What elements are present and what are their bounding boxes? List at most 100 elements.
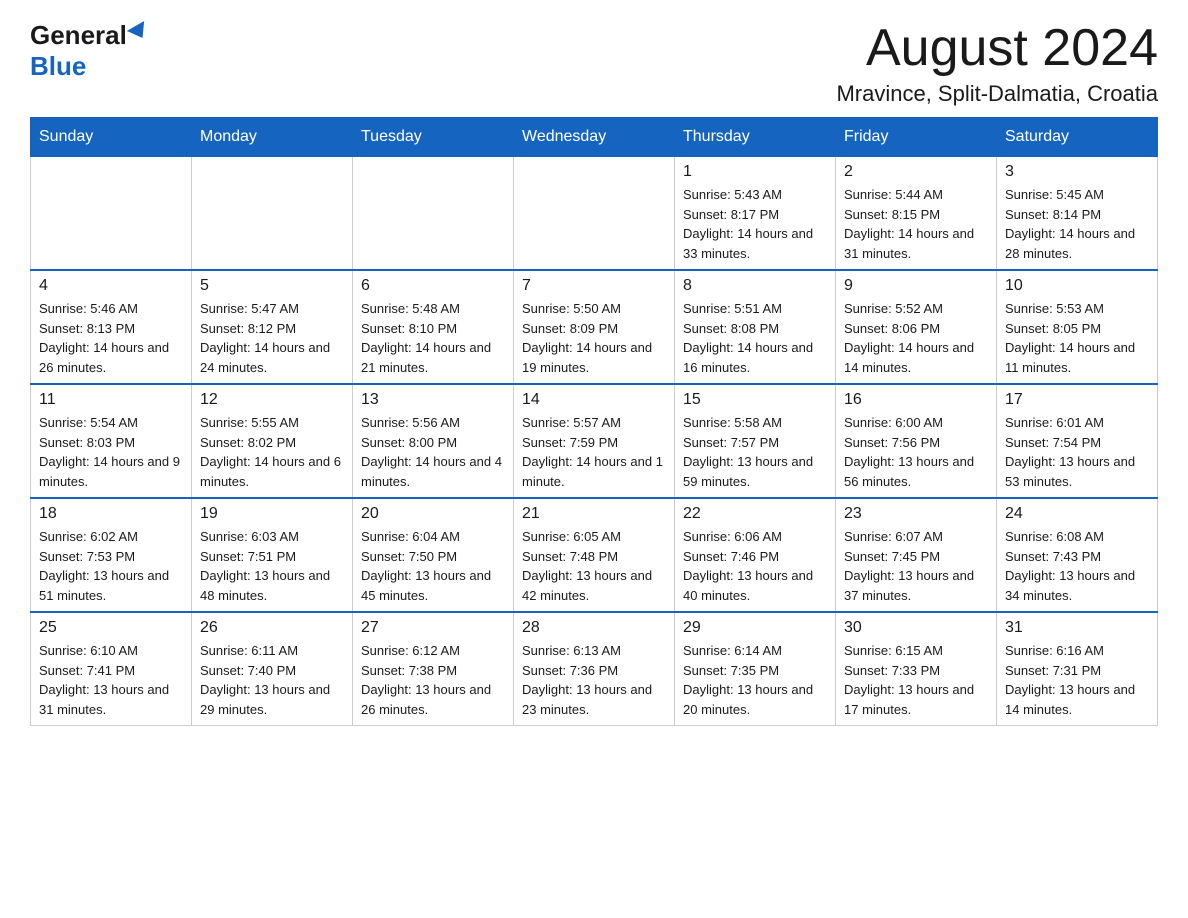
calendar-cell: 21 Sunrise: 6:05 AMSunset: 7:48 PMDayligh… xyxy=(514,498,675,612)
day-number: 27 xyxy=(361,619,505,637)
calendar-cell: 7Sunrise: 5:50 AMSunset: 8:09 PMDaylight… xyxy=(514,270,675,384)
day-info: Sunrise: 6:16 AMSunset: 7:31 PMDaylight:… xyxy=(1005,641,1149,719)
day-number: 11 xyxy=(39,391,183,409)
calendar-cell: 9 Sunrise: 5:52 AMSunset: 8:06 PMDaylight… xyxy=(836,270,997,384)
day-number: 12 xyxy=(200,391,344,409)
weekday-header-sunday: Sunday xyxy=(31,118,192,157)
calendar-table: SundayMondayTuesdayWednesdayThursdayFrid… xyxy=(30,117,1158,726)
day-number: 1 xyxy=(683,163,827,181)
day-info: Sunrise: 5:47 AMSunset: 8:12 PMDaylight:… xyxy=(200,299,344,377)
day-info: Sunrise: 6:08 AMSunset: 7:43 PMDaylight:… xyxy=(1005,527,1149,605)
day-info: Sunrise: 5:48 AMSunset: 8:10 PMDaylight:… xyxy=(361,299,505,377)
day-info: Sunrise: 5:54 AMSunset: 8:03 PMDaylight:… xyxy=(39,413,183,491)
calendar-cell: 13 Sunrise: 5:56 AMSunset: 8:00 PMDayligh… xyxy=(353,384,514,498)
day-number: 23 xyxy=(844,505,988,523)
day-number: 7 xyxy=(522,277,666,295)
day-number: 17 xyxy=(1005,391,1149,409)
calendar-cell: 24 Sunrise: 6:08 AMSunset: 7:43 PMDayligh… xyxy=(997,498,1158,612)
day-number: 6 xyxy=(361,277,505,295)
weekday-header-monday: Monday xyxy=(192,118,353,157)
month-title: August 2024 xyxy=(836,20,1158,77)
logo: General Blue xyxy=(30,20,149,82)
calendar-cell: 27 Sunrise: 6:12 AMSunset: 7:38 PMDayligh… xyxy=(353,612,514,726)
day-info: Sunrise: 5:46 AMSunset: 8:13 PMDaylight:… xyxy=(39,299,183,377)
calendar-cell xyxy=(192,157,353,271)
day-info: Sunrise: 5:52 AMSunset: 8:06 PMDaylight:… xyxy=(844,299,988,377)
day-number: 25 xyxy=(39,619,183,637)
day-info: Sunrise: 6:13 AMSunset: 7:36 PMDaylight:… xyxy=(522,641,666,719)
calendar-cell: 28 Sunrise: 6:13 AMSunset: 7:36 PMDayligh… xyxy=(514,612,675,726)
day-info: Sunrise: 6:04 AMSunset: 7:50 PMDaylight:… xyxy=(361,527,505,605)
calendar-cell: 17 Sunrise: 6:01 AMSunset: 7:54 PMDayligh… xyxy=(997,384,1158,498)
day-info: Sunrise: 6:06 AMSunset: 7:46 PMDaylight:… xyxy=(683,527,827,605)
day-number: 30 xyxy=(844,619,988,637)
day-info: Sunrise: 6:12 AMSunset: 7:38 PMDaylight:… xyxy=(361,641,505,719)
day-info: Sunrise: 6:05 AMSunset: 7:48 PMDaylight:… xyxy=(522,527,666,605)
calendar-cell: 2 Sunrise: 5:44 AMSunset: 8:15 PMDaylight… xyxy=(836,157,997,271)
day-info: Sunrise: 5:53 AMSunset: 8:05 PMDaylight:… xyxy=(1005,299,1149,377)
calendar-cell: 31 Sunrise: 6:16 AMSunset: 7:31 PMDayligh… xyxy=(997,612,1158,726)
weekday-header-wednesday: Wednesday xyxy=(514,118,675,157)
day-number: 18 xyxy=(39,505,183,523)
day-number: 2 xyxy=(844,163,988,181)
calendar-cell: 19 Sunrise: 6:03 AMSunset: 7:51 PMDayligh… xyxy=(192,498,353,612)
calendar-week-row: 1 Sunrise: 5:43 AMSunset: 8:17 PMDaylight… xyxy=(31,157,1158,271)
day-number: 22 xyxy=(683,505,827,523)
title-block: August 2024 Mravince, Split-Dalmatia, Cr… xyxy=(836,20,1158,107)
calendar-cell: 23 Sunrise: 6:07 AMSunset: 7:45 PMDayligh… xyxy=(836,498,997,612)
calendar-cell: 16 Sunrise: 6:00 AMSunset: 7:56 PMDayligh… xyxy=(836,384,997,498)
day-number: 4 xyxy=(39,277,183,295)
day-info: Sunrise: 6:07 AMSunset: 7:45 PMDaylight:… xyxy=(844,527,988,605)
calendar-cell: 1 Sunrise: 5:43 AMSunset: 8:17 PMDaylight… xyxy=(675,157,836,271)
day-info: Sunrise: 6:00 AMSunset: 7:56 PMDaylight:… xyxy=(844,413,988,491)
day-number: 8 xyxy=(683,277,827,295)
day-info: Sunrise: 6:01 AMSunset: 7:54 PMDaylight:… xyxy=(1005,413,1149,491)
calendar-cell: 18Sunrise: 6:02 AMSunset: 7:53 PMDayligh… xyxy=(31,498,192,612)
calendar-cell: 14Sunrise: 5:57 AMSunset: 7:59 PMDayligh… xyxy=(514,384,675,498)
day-info: Sunrise: 6:03 AMSunset: 7:51 PMDaylight:… xyxy=(200,527,344,605)
day-number: 31 xyxy=(1005,619,1149,637)
day-number: 16 xyxy=(844,391,988,409)
day-number: 24 xyxy=(1005,505,1149,523)
day-info: Sunrise: 5:45 AMSunset: 8:14 PMDaylight:… xyxy=(1005,185,1149,263)
logo-blue-text: Blue xyxy=(30,51,86,82)
day-number: 19 xyxy=(200,505,344,523)
calendar-cell: 6 Sunrise: 5:48 AMSunset: 8:10 PMDaylight… xyxy=(353,270,514,384)
calendar-cell: 11 Sunrise: 5:54 AMSunset: 8:03 PMDayligh… xyxy=(31,384,192,498)
day-info: Sunrise: 6:15 AMSunset: 7:33 PMDaylight:… xyxy=(844,641,988,719)
day-number: 3 xyxy=(1005,163,1149,181)
calendar-week-row: 11 Sunrise: 5:54 AMSunset: 8:03 PMDayligh… xyxy=(31,384,1158,498)
day-number: 26 xyxy=(200,619,344,637)
calendar-cell: 29 Sunrise: 6:14 AMSunset: 7:35 PMDayligh… xyxy=(675,612,836,726)
day-number: 13 xyxy=(361,391,505,409)
day-info: Sunrise: 5:51 AMSunset: 8:08 PMDaylight:… xyxy=(683,299,827,377)
day-info: Sunrise: 6:14 AMSunset: 7:35 PMDaylight:… xyxy=(683,641,827,719)
day-info: Sunrise: 5:57 AMSunset: 7:59 PMDaylight:… xyxy=(522,413,666,491)
calendar-cell: 20 Sunrise: 6:04 AMSunset: 7:50 PMDayligh… xyxy=(353,498,514,612)
day-info: Sunrise: 5:56 AMSunset: 8:00 PMDaylight:… xyxy=(361,413,505,491)
day-info: Sunrise: 5:55 AMSunset: 8:02 PMDaylight:… xyxy=(200,413,344,491)
calendar-cell: 26 Sunrise: 6:11 AMSunset: 7:40 PMDayligh… xyxy=(192,612,353,726)
calendar-cell: 30 Sunrise: 6:15 AMSunset: 7:33 PMDayligh… xyxy=(836,612,997,726)
day-info: Sunrise: 6:11 AMSunset: 7:40 PMDaylight:… xyxy=(200,641,344,719)
calendar-cell: 8 Sunrise: 5:51 AMSunset: 8:08 PMDaylight… xyxy=(675,270,836,384)
day-number: 10 xyxy=(1005,277,1149,295)
day-number: 21 xyxy=(522,505,666,523)
day-number: 29 xyxy=(683,619,827,637)
weekday-header-saturday: Saturday xyxy=(997,118,1158,157)
day-number: 9 xyxy=(844,277,988,295)
day-info: Sunrise: 5:44 AMSunset: 8:15 PMDaylight:… xyxy=(844,185,988,263)
weekday-header-friday: Friday xyxy=(836,118,997,157)
calendar-cell: 12 Sunrise: 5:55 AMSunset: 8:02 PMDayligh… xyxy=(192,384,353,498)
calendar-cell: 15Sunrise: 5:58 AMSunset: 7:57 PMDayligh… xyxy=(675,384,836,498)
weekday-header-tuesday: Tuesday xyxy=(353,118,514,157)
day-number: 28 xyxy=(522,619,666,637)
calendar-cell: 5 Sunrise: 5:47 AMSunset: 8:12 PMDaylight… xyxy=(192,270,353,384)
day-number: 5 xyxy=(200,277,344,295)
day-number: 20 xyxy=(361,505,505,523)
calendar-week-row: 4 Sunrise: 5:46 AMSunset: 8:13 PMDaylight… xyxy=(31,270,1158,384)
calendar-week-row: 25Sunrise: 6:10 AMSunset: 7:41 PMDayligh… xyxy=(31,612,1158,726)
day-info: Sunrise: 5:43 AMSunset: 8:17 PMDaylight:… xyxy=(683,185,827,263)
calendar-cell: 4 Sunrise: 5:46 AMSunset: 8:13 PMDaylight… xyxy=(31,270,192,384)
calendar-cell: 25Sunrise: 6:10 AMSunset: 7:41 PMDayligh… xyxy=(31,612,192,726)
